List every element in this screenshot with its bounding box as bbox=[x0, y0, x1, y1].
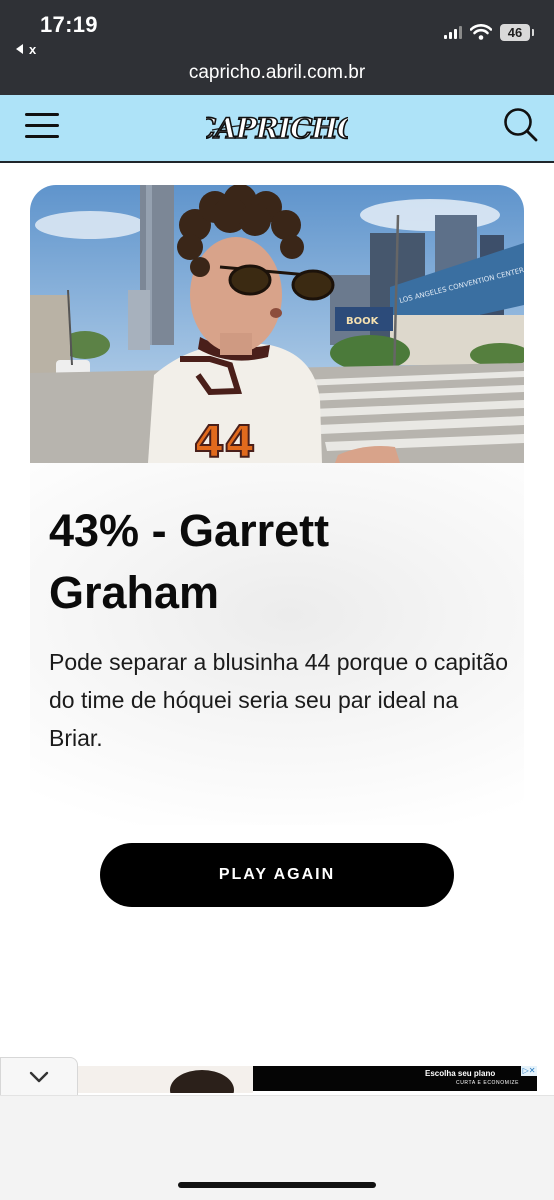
quiz-result-card: LOS ANGELES CONVENTION CENTER BOOK 44 43… bbox=[30, 185, 524, 825]
chevron-down-icon bbox=[29, 1071, 49, 1083]
search-button[interactable] bbox=[502, 106, 540, 144]
collapse-ad-button[interactable] bbox=[0, 1057, 78, 1098]
battery-icon: 46 bbox=[500, 23, 534, 41]
result-photo: LOS ANGELES CONVENTION CENTER BOOK 44 bbox=[30, 185, 524, 463]
svg-text:BOOK: BOOK bbox=[346, 316, 380, 327]
capricho-logo[interactable]: CAPRICHO bbox=[206, 105, 348, 151]
status-icons: 46 bbox=[444, 22, 534, 42]
signal-icon bbox=[444, 25, 462, 39]
menu-button[interactable] bbox=[25, 111, 61, 139]
play-again-button[interactable]: PLAY AGAIN bbox=[100, 843, 454, 907]
ad-subline: CURTA E ECONOMIZE bbox=[456, 1080, 520, 1086]
ad-choices-icon[interactable]: ▷✕ bbox=[521, 1066, 537, 1076]
site-header: CAPRICHO bbox=[0, 95, 554, 163]
back-triangle-icon bbox=[16, 44, 23, 54]
svg-text:CAPRICHO: CAPRICHO bbox=[206, 112, 348, 145]
back-to-app-button[interactable]: x bbox=[16, 42, 36, 57]
result-title: 43% - Garrett Graham bbox=[49, 505, 330, 618]
search-icon bbox=[504, 108, 538, 142]
back-app-label: x bbox=[29, 42, 37, 57]
url-bar[interactable]: capricho.abril.com.br bbox=[0, 62, 554, 84]
status-time: 17:19 bbox=[40, 12, 98, 37]
result-description: Pode separar a blusinha 44 porque o capi… bbox=[49, 649, 509, 751]
ad-headline: Escolha seu plano bbox=[425, 1069, 496, 1078]
browser-chrome: 17:19 x 46 capricho.abril.com.br bbox=[0, 0, 554, 95]
ad-image-right[interactable]: Escolha seu plano CURTA E ECONOMIZE ▷✕ bbox=[253, 1066, 537, 1091]
ad-person-photo bbox=[170, 1070, 234, 1093]
svg-text:44: 44 bbox=[194, 417, 255, 463]
ad-image-left[interactable] bbox=[78, 1066, 253, 1093]
home-indicator[interactable] bbox=[178, 1182, 376, 1188]
wifi-icon bbox=[470, 24, 492, 40]
